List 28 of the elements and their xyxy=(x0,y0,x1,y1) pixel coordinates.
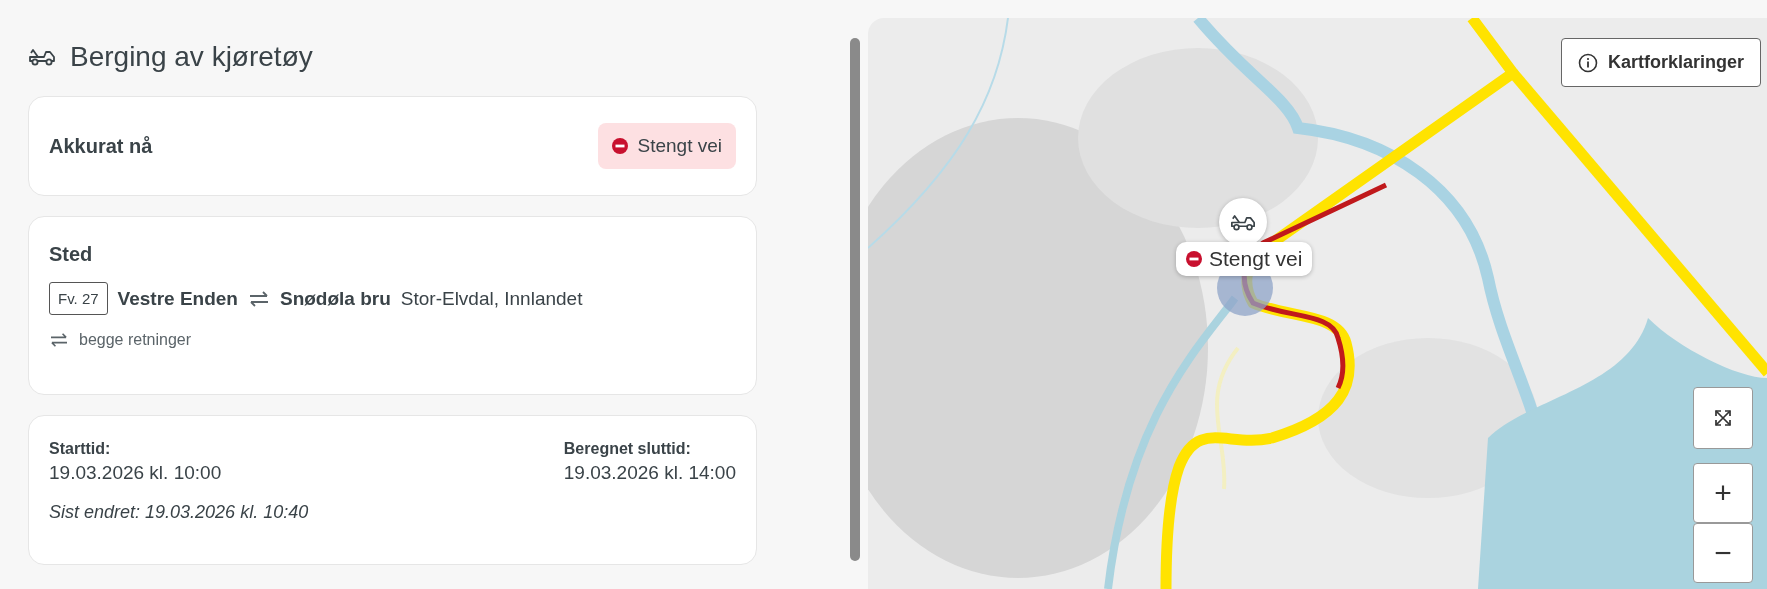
start-label: Starttid: xyxy=(49,440,112,458)
tow-truck-icon xyxy=(28,47,56,67)
end-time: 19.03.2026 kl. 14:00 xyxy=(563,462,736,484)
road-number: Fv. 27 xyxy=(49,282,108,315)
route-from: Vestre Enden xyxy=(117,287,238,310)
page-title: Berging av kjøretøy xyxy=(70,41,313,73)
closure-text: Stengt vei xyxy=(1209,247,1303,271)
zoom-in-button[interactable]: + xyxy=(1693,463,1753,523)
tow-truck-icon xyxy=(1230,212,1256,232)
map-legend-button[interactable]: Kartforklaringer xyxy=(1560,38,1761,87)
direction-text: begge retninger xyxy=(79,331,192,349)
location-heading: Sted xyxy=(49,243,94,266)
fullscreen-button[interactable] xyxy=(1693,387,1753,449)
start-time: 19.03.2026 kl. 10:00 xyxy=(49,462,222,484)
expand-icon xyxy=(1713,408,1733,428)
route-to: Snødøla bru xyxy=(279,287,391,310)
end-label: Beregnet sluttid: xyxy=(563,440,692,458)
swap-arrows-icon xyxy=(49,332,69,348)
route-area: Stor-Elvdal, Innlandet xyxy=(400,287,583,310)
scrollbar[interactable] xyxy=(850,38,860,561)
no-entry-icon xyxy=(611,138,628,154)
swap-arrows-icon xyxy=(247,289,270,308)
last-changed: Sist endret: 19.03.2026 kl. 10:40 xyxy=(49,502,310,523)
zoom-out-button[interactable]: − xyxy=(1693,523,1753,583)
badge-label: Stengt vei xyxy=(637,135,722,157)
info-icon xyxy=(1577,52,1598,73)
no-entry-icon xyxy=(1186,251,1202,267)
status-label: Akkurat nå xyxy=(49,134,153,158)
